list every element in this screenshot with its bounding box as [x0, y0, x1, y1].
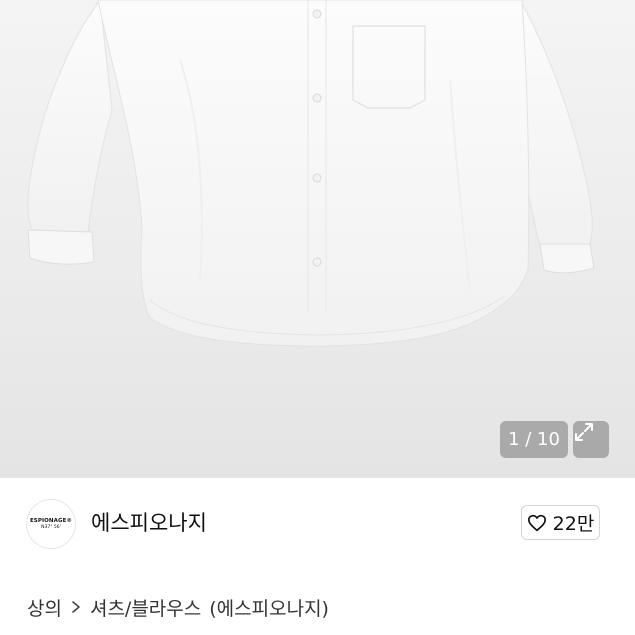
shop-info-row: ESPIONAGE® N37° 56' 에스피오나지 22만 [0, 478, 635, 568]
like-button[interactable]: 22만 [521, 505, 600, 540]
heart-icon [527, 514, 546, 531]
expand-button[interactable] [573, 421, 609, 458]
breadcrumb-category[interactable]: 상의 [27, 594, 62, 621]
breadcrumb-brand[interactable]: (에스피오나지) [209, 594, 329, 621]
image-counter: 1 / 10 [500, 421, 568, 458]
logo-text-brand: ESPIONAGE® [29, 517, 73, 524]
product-image [27, 0, 595, 347]
logo-text-coords: N37° 56' [41, 524, 61, 530]
product-image-gallery[interactable]: 1 / 10 [0, 0, 635, 478]
expand-icon [575, 423, 593, 441]
chevron-right-icon [71, 600, 81, 614]
shop-logo[interactable]: ESPIONAGE® N37° 56' [26, 499, 76, 549]
shop-name[interactable]: 에스피오나지 [91, 508, 207, 538]
breadcrumb: 상의 셔츠/블라우스 (에스피오나지) [27, 593, 329, 621]
breadcrumb-subcategory[interactable]: 셔츠/블라우스 [90, 594, 201, 621]
like-count: 22만 [552, 513, 595, 535]
